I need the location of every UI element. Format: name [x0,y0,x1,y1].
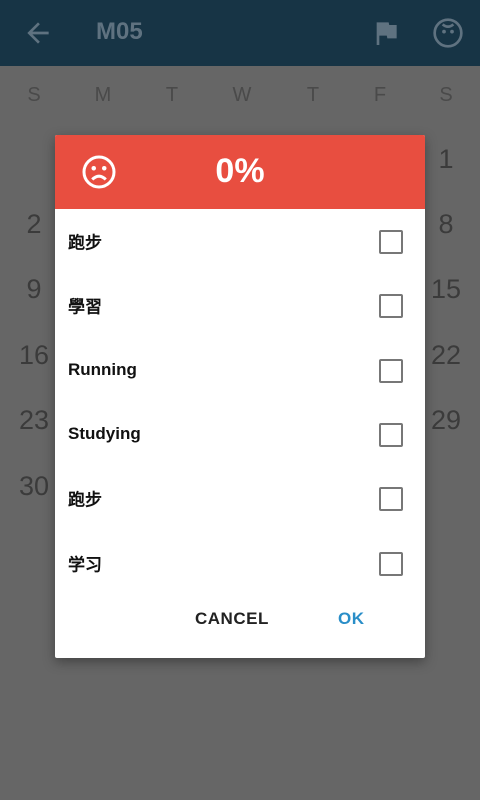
list-item[interactable]: 学习 [55,531,425,595]
page-title: M05 [96,18,143,45]
item-label: Studying [68,424,141,443]
weekday-thu: T [306,84,320,106]
item-label: 學習 [68,297,102,317]
weekday-fri: F [373,84,387,106]
calendar-day[interactable]: 22 [416,340,476,371]
habit-check-dialog: 0% 跑步 學習 Running Studying 跑步 学习 CANCEL O… [55,135,425,658]
ok-button[interactable]: OK [338,609,365,629]
list-item[interactable]: Studying [55,402,425,466]
list-item[interactable]: 跑步 [55,466,425,530]
list-item[interactable]: 學習 [55,273,425,337]
weekday-wed: W [232,84,252,106]
calendar-day[interactable]: 1 [416,144,476,175]
item-checkbox[interactable] [379,294,403,318]
completion-percent: 0% [215,152,265,190]
dialog-header: 0% [55,135,425,209]
calendar-day[interactable]: 29 [416,405,476,436]
list-item[interactable]: 跑步 [55,209,425,273]
calendar-day[interactable]: 8 [416,209,476,240]
back-arrow-icon[interactable] [22,17,54,49]
weekday-mon: M [94,84,112,106]
item-checkbox[interactable] [379,552,403,576]
weekday-tue: T [165,84,179,106]
flag-icon[interactable] [370,17,402,49]
calendar-day[interactable]: 15 [416,274,476,305]
item-checkbox[interactable] [379,423,403,447]
item-label: Running [68,360,137,379]
app-bar: M05 [0,0,480,66]
weekday-sat: S [439,84,453,106]
weekday-sun: S [27,84,41,106]
list-item[interactable]: Running [55,338,425,402]
item-label: 跑步 [68,490,102,510]
item-checkbox[interactable] [379,230,403,254]
item-checkbox[interactable] [379,359,403,383]
face-icon[interactable] [432,17,464,49]
item-label: 学习 [68,555,102,575]
item-label: 跑步 [68,233,102,253]
cancel-button[interactable]: CANCEL [195,609,269,629]
item-checkbox[interactable] [379,487,403,511]
